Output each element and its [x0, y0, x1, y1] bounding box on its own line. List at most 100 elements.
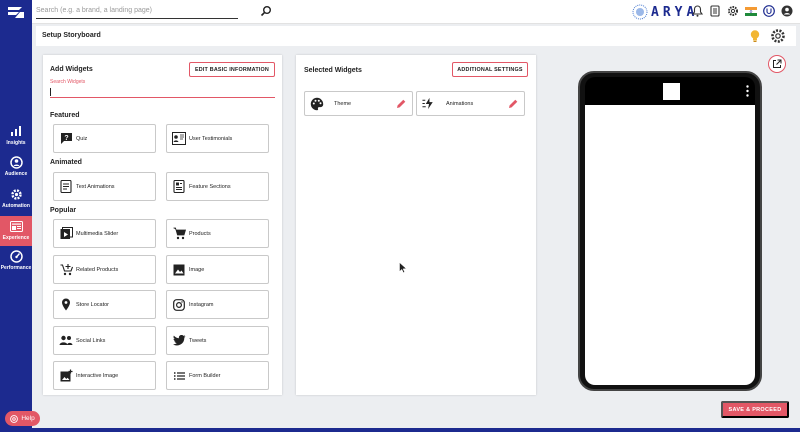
additional-settings-button[interactable]: ADDITIONAL SETTINGS — [452, 62, 528, 77]
widget-card-user-testimonials[interactable]: User Testimonials — [166, 124, 269, 153]
widget-label: Multimedia Slider — [76, 230, 119, 237]
widget-label: Related Products — [76, 266, 119, 273]
help-button[interactable]: Help — [5, 411, 40, 426]
instagram-icon — [172, 298, 186, 312]
brand-logo: ARYA — [632, 4, 698, 20]
mouse-cursor-icon — [399, 262, 407, 273]
search-placeholder: Search (e.g. a brand, a landing page) — [36, 7, 152, 14]
bar-chart-icon — [9, 124, 23, 138]
nav-label: Performance — [0, 265, 32, 271]
widget-card-interactive-image[interactable]: Interactive Image — [53, 361, 156, 390]
widget-label: Theme — [334, 100, 352, 107]
more-options-icon[interactable] — [746, 85, 749, 97]
interactive-image-icon — [59, 369, 73, 383]
widget-label: Animations — [446, 100, 474, 107]
widget-card-multimedia-slider[interactable]: Multimedia Slider — [53, 219, 156, 248]
widget-card-feature-sections[interactable]: Feature Sections — [166, 172, 269, 201]
widget-card-text-animations[interactable]: Text Animations — [53, 172, 156, 201]
selected-widgets-panel: Selected Widgets ADDITIONAL SETTINGS The… — [296, 55, 536, 395]
help-label: Help — [21, 415, 35, 422]
section-popular: Popular — [50, 207, 77, 214]
widget-card-image[interactable]: Image — [166, 255, 269, 284]
testimonials-icon — [172, 132, 186, 146]
widget-label: Instagram — [189, 301, 214, 308]
multimedia-slider-icon — [59, 227, 73, 241]
search-icon[interactable] — [260, 5, 272, 17]
nav-item-audience[interactable]: Audience — [0, 155, 32, 185]
widget-label: Store Locator — [76, 301, 110, 308]
store-logo-image — [663, 83, 680, 100]
people-icon — [59, 334, 73, 348]
storyboard-settings-icon[interactable] — [770, 28, 786, 44]
edit-pencil-icon[interactable] — [396, 99, 406, 109]
speedometer-icon — [9, 249, 23, 263]
phone-preview-header — [585, 77, 755, 105]
widget-card-quiz[interactable]: ? Quiz — [53, 124, 156, 153]
widget-label: Interactive Image — [76, 372, 119, 379]
settings-gear-icon[interactable] — [726, 4, 740, 18]
page-title: Setup Storyboard — [42, 32, 101, 39]
top-header: Search (e.g. a brand, a landing page) AR… — [32, 0, 800, 24]
edit-pencil-icon[interactable] — [508, 99, 518, 109]
document-icon[interactable] — [708, 4, 722, 18]
external-link-icon — [773, 59, 782, 68]
widget-label: Social Links — [76, 337, 106, 344]
twitter-bird-icon — [172, 334, 186, 348]
nav-item-experience[interactable]: Experience — [0, 216, 32, 246]
bell-icon[interactable] — [690, 4, 704, 18]
nav-label: Insights — [6, 140, 26, 146]
save-and-proceed-button[interactable]: SAVE & PROCEED — [721, 401, 789, 418]
help-circle-icon — [10, 414, 19, 423]
text-animations-icon — [59, 180, 73, 194]
add-widgets-panel: Add Widgets EDIT BASIC INFORMATION Searc… — [43, 55, 282, 395]
widget-card-products[interactable]: Products — [166, 219, 269, 248]
widget-card-related-products[interactable]: Related Products — [53, 255, 156, 284]
nav-item-insights[interactable]: Insights — [0, 124, 32, 154]
image-icon — [172, 263, 186, 277]
open-preview-button[interactable] — [768, 55, 786, 73]
phone-preview-screen — [585, 105, 755, 385]
widget-card-form-builder[interactable]: Form Builder — [166, 361, 269, 390]
widget-label: User Testimonials — [189, 135, 233, 142]
widget-label: Text Animations — [76, 183, 115, 190]
selected-widget-theme[interactable]: Theme — [304, 91, 413, 116]
search-widgets-input[interactable] — [50, 87, 275, 98]
widget-card-store-locator[interactable]: Store Locator — [53, 290, 156, 319]
left-nav-rail: Insights Audience Automation Experience … — [0, 0, 32, 432]
widget-card-social-links[interactable]: Social Links — [53, 326, 156, 355]
widget-label: Feature Sections — [189, 183, 231, 190]
top-icon-group — [690, 4, 794, 18]
global-search-input[interactable]: Search (e.g. a brand, a landing page) — [36, 5, 271, 19]
phone-preview — [578, 71, 762, 391]
widget-card-instagram[interactable]: Instagram — [166, 290, 269, 319]
search-widgets-label: Search Widgets — [50, 79, 86, 85]
widget-label: Tweets — [189, 337, 207, 344]
widget-label: Image — [189, 266, 205, 273]
animations-icon — [422, 97, 436, 111]
add-to-cart-icon — [59, 263, 73, 277]
palette-icon — [310, 97, 324, 111]
account-avatar-icon[interactable] — [780, 4, 794, 18]
quiz-icon: ? — [59, 132, 73, 146]
edit-basic-information-button[interactable]: EDIT BASIC INFORMATION — [189, 62, 275, 77]
widget-label: Form Builder — [189, 372, 221, 379]
footer-accent-bar — [32, 428, 800, 432]
brand-mark-icon — [632, 4, 648, 20]
widget-card-tweets[interactable]: Tweets — [166, 326, 269, 355]
widget-label: Products — [189, 230, 211, 237]
selected-widget-animations[interactable]: Animations — [416, 91, 525, 116]
app-logo-icon[interactable] — [6, 4, 26, 20]
shopping-cart-icon — [172, 227, 186, 241]
section-animated: Animated — [50, 159, 82, 166]
page-header: Setup Storyboard — [36, 26, 796, 46]
lightbulb-icon[interactable] — [748, 29, 762, 43]
form-builder-icon — [172, 369, 186, 383]
experience-icon — [9, 219, 23, 233]
section-featured: Featured — [50, 112, 80, 119]
user-badge-icon[interactable] — [762, 4, 776, 18]
india-flag-icon[interactable] — [744, 4, 758, 18]
automation-gear-icon — [9, 187, 23, 201]
nav-item-performance[interactable]: Performance — [0, 249, 32, 279]
feature-sections-icon — [172, 180, 186, 194]
nav-item-automation[interactable]: Automation — [0, 187, 32, 217]
